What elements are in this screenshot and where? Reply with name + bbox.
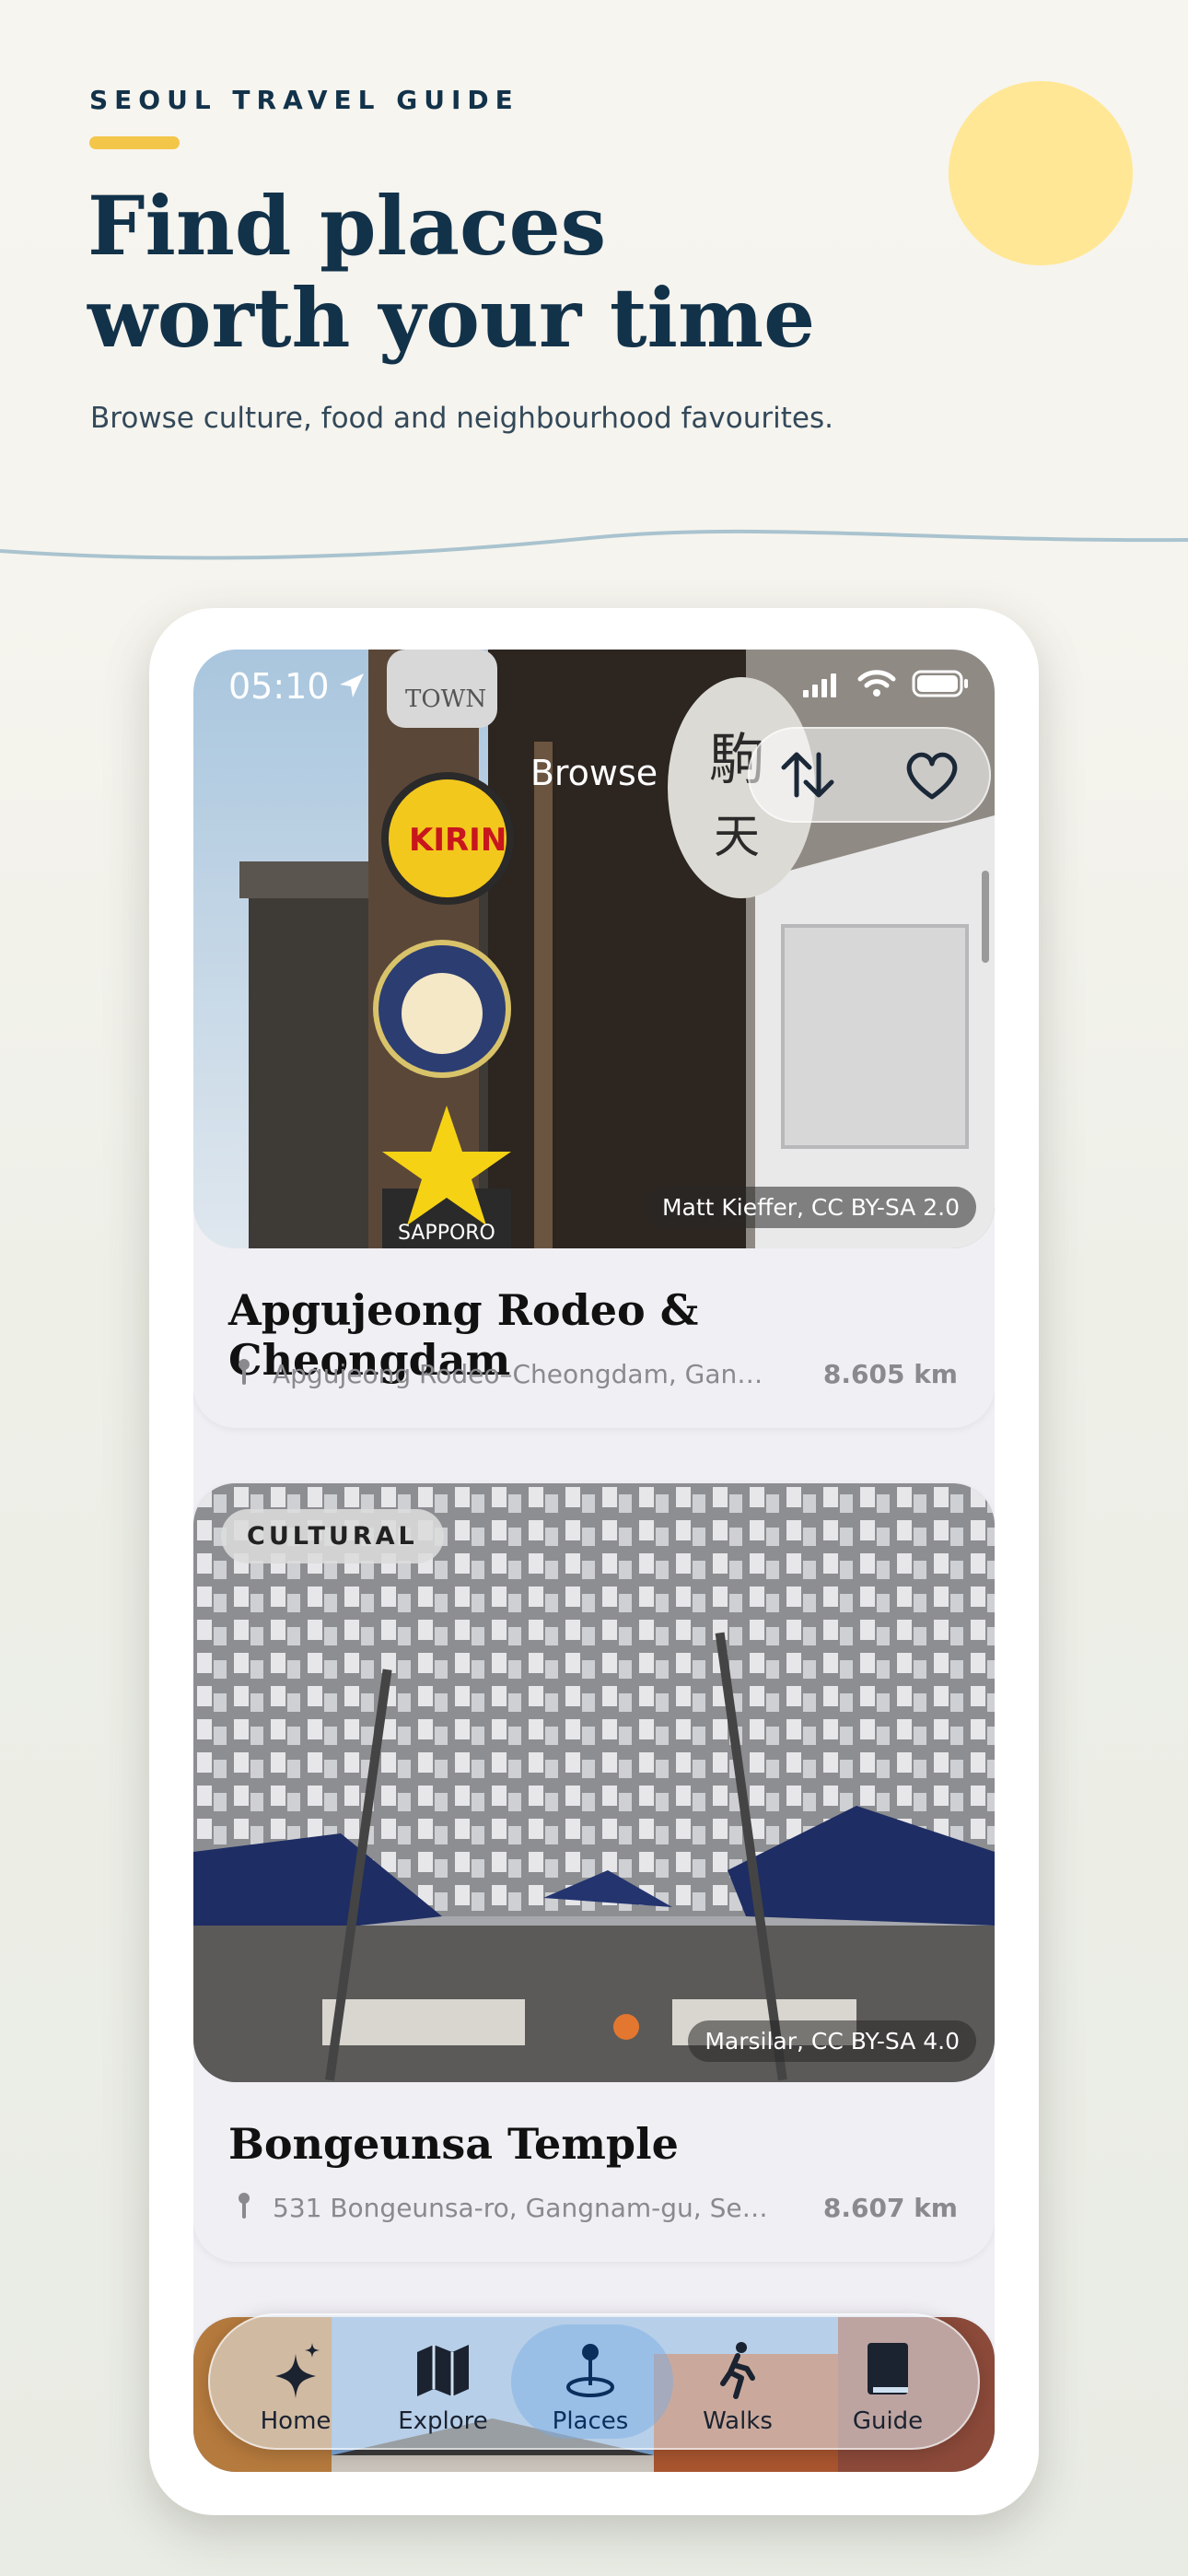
tab-guide[interactable]: Guide <box>814 2313 961 2450</box>
place-distance: 8.605 km <box>822 1359 958 1389</box>
location-pin-icon <box>239 2193 250 2219</box>
pin-icon <box>566 2344 614 2397</box>
phone-frame: 駒 天 KIRIN SAPPORO TOWN Matt Kieffer, CC … <box>149 608 1039 2515</box>
photo-credit: Matt Kieffer, CC BY-SA 2.0 <box>645 1187 976 1228</box>
place-address: Apgujeong Rodeo–Cheongdam, Gang... <box>273 1359 770 1389</box>
heart-icon <box>906 752 958 800</box>
tab-walks[interactable]: Walks <box>664 2313 811 2450</box>
tab-home[interactable]: Home <box>222 2313 369 2450</box>
svg-text:SAPPORO: SAPPORO <box>398 1222 495 1245</box>
photo-credit: Marsilar, CC BY-SA 4.0 <box>688 2020 976 2062</box>
cellular-signal-icon <box>803 673 836 697</box>
place-card[interactable]: CULTURAL Marsilar, CC BY-SA 4.0 Bongeuns… <box>193 1483 995 2262</box>
location-arrow-icon <box>340 673 364 697</box>
sort-icon <box>781 752 834 798</box>
tab-label: Walks <box>703 2407 773 2435</box>
wave-divider <box>0 529 1188 560</box>
map-icon <box>417 2345 469 2396</box>
temple-lanterns-image <box>193 1483 995 2082</box>
headline-line-2: worth your time <box>87 270 816 366</box>
place-address: 531 Bongeunsa-ro, Gangnam-gu, Seoul <box>273 2193 770 2223</box>
sparkles-icon <box>275 2343 320 2398</box>
sun-decoration <box>949 81 1133 265</box>
tab-label: Guide <box>852 2407 924 2435</box>
place-title: Bongeunsa Temple <box>228 2119 679 2169</box>
sort-button[interactable] <box>771 747 844 802</box>
walking-figure-icon <box>720 2342 755 2399</box>
navigation-bar: Browse <box>193 727 995 828</box>
tab-label: Explore <box>398 2407 488 2435</box>
headline-line-1: Find places <box>87 178 607 274</box>
tab-bar: Home Explore Places Walks Guide <box>208 2313 980 2450</box>
tab-places[interactable]: Places <box>511 2313 673 2450</box>
battery-icon <box>912 670 968 697</box>
category-badge: CULTURAL <box>221 1509 444 1563</box>
location-pin-icon <box>239 1359 250 1385</box>
scroll-indicator[interactable] <box>982 871 989 963</box>
tab-label: Places <box>552 2407 629 2435</box>
eyebrow-label: SEOUL TRAVEL GUIDE <box>89 85 519 115</box>
place-distance: 8.607 km <box>822 2193 958 2223</box>
wifi-icon <box>857 670 896 697</box>
book-icon <box>868 2343 908 2395</box>
page-headline: Find places worth your time <box>87 180 916 364</box>
status-time: 05:10 <box>228 666 330 707</box>
phone-screen: 駒 天 KIRIN SAPPORO TOWN Matt Kieffer, CC … <box>193 650 995 2472</box>
accent-bar <box>89 136 180 149</box>
nav-actions-group <box>748 727 991 823</box>
place-photo: CULTURAL Marsilar, CC BY-SA 4.0 <box>193 1483 995 2082</box>
favourites-button[interactable] <box>895 747 969 802</box>
tab-explore[interactable]: Explore <box>369 2313 517 2450</box>
page-subtitle: Browse culture, food and neighbourhood f… <box>90 402 833 435</box>
tab-label: Home <box>260 2407 332 2435</box>
